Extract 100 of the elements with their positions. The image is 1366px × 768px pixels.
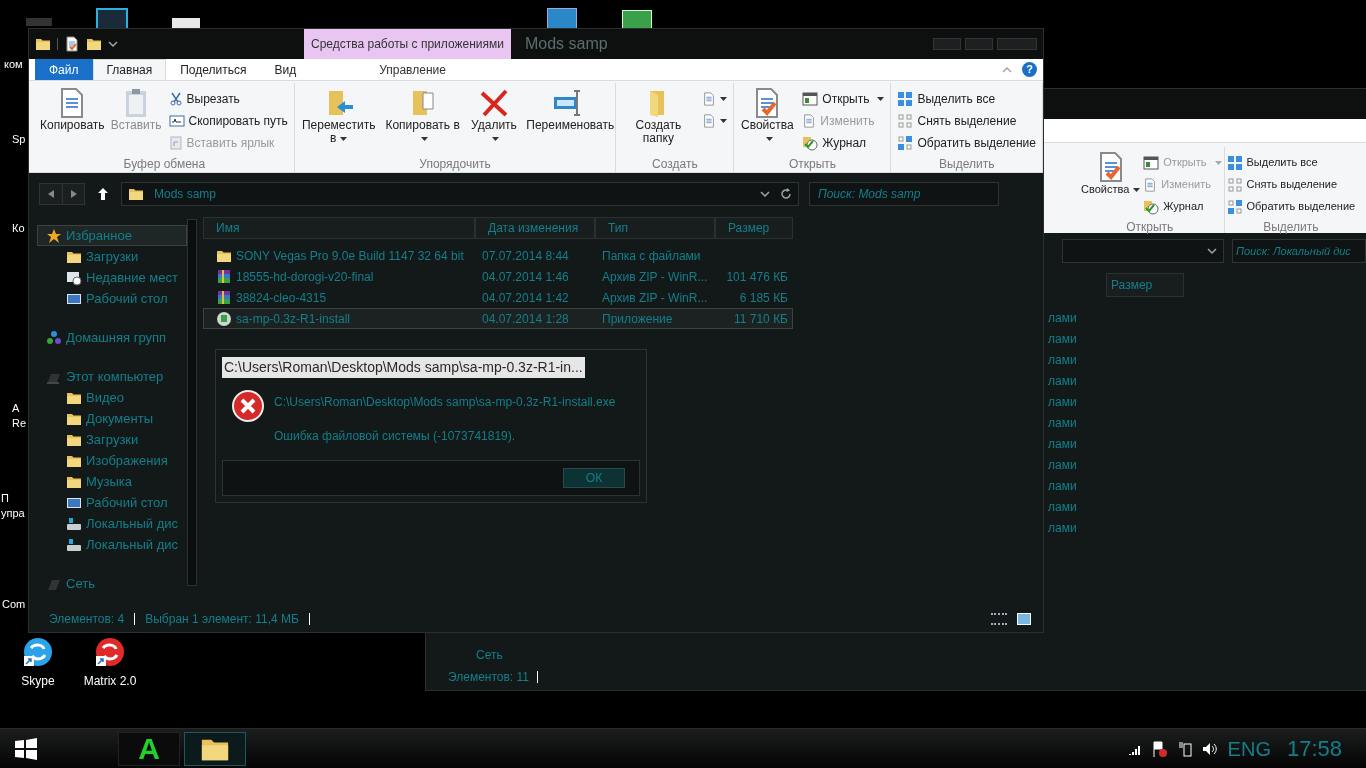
language-indicator[interactable]: ENG: [1227, 733, 1271, 764]
nav-item[interactable]: Изображения: [37, 450, 187, 471]
table-cell-text: лами: [1048, 415, 1078, 432]
desktop-icon[interactable]: [96, 8, 128, 30]
nav-item[interactable]: Избранное: [37, 225, 187, 246]
taskbar-app[interactable]: [184, 731, 246, 766]
chevron-down-icon[interactable]: [760, 190, 770, 198]
ribbon-button[interactable]: Копировать в: [380, 87, 465, 145]
refresh-icon[interactable]: [780, 188, 792, 200]
error-icon: [232, 390, 264, 422]
table-cell-text: 04.07.2014 1:28: [481, 310, 570, 328]
desktop-icon[interactable]: [547, 8, 577, 30]
nav-item[interactable]: Сеть: [426, 646, 1366, 664]
status-text: Элементов: 11: [448, 669, 529, 686]
ribbon-button[interactable]: Свойства: [736, 87, 799, 145]
table-cell-text: лами: [1048, 478, 1078, 495]
edit-icon: [802, 113, 817, 128]
path-icon: [168, 113, 185, 128]
nav-item[interactable]: Недавние мест: [37, 267, 187, 288]
table-cell-text: 101 476 КБ: [725, 268, 788, 286]
desktop-icon-label: Com: [2, 597, 26, 612]
table-cell-text: лами: [1048, 436, 1078, 453]
nav-item[interactable]: Сеть: [37, 573, 187, 594]
nav-item[interactable]: Загрузки: [37, 246, 187, 267]
ribbon-button[interactable]: Журнал: [798, 133, 889, 152]
help-button[interactable]: ?: [1022, 62, 1037, 77]
search-field[interactable]: Поиск: Mods samp: [809, 182, 999, 206]
back-button[interactable]: [40, 184, 62, 204]
desktop-icon-label: Ко: [12, 221, 25, 236]
details-view-icon[interactable]: [991, 613, 1007, 625]
chevron-down-icon[interactable]: [1207, 247, 1217, 255]
windows-logo-icon: [14, 736, 38, 761]
ribbon-tab[interactable]: Вид: [260, 59, 311, 80]
ribbon-button[interactable]: Снять выделение: [893, 111, 1040, 130]
column-header[interactable]: Размер: [1106, 273, 1184, 297]
nav-item[interactable]: Загрузки: [37, 429, 187, 450]
thumbnail-view-icon[interactable]: [1017, 613, 1031, 625]
desktop-shortcut[interactable]: Matrix 2.0: [84, 636, 136, 690]
ribbon-button[interactable]: Свойства: [1078, 151, 1144, 196]
folder-icon: [35, 36, 51, 52]
nav-item[interactable]: Документы: [37, 408, 187, 429]
column-header[interactable]: Дата изменения: [475, 217, 595, 239]
nav-item[interactable]: Домашняя групп: [37, 327, 187, 348]
ribbon-button[interactable]: Скопировать путь: [164, 111, 292, 130]
file-name: 18555-hd-dorogi-v20-final: [236, 268, 374, 286]
ribbon-button[interactable]: Выделить все: [1226, 153, 1356, 172]
column-header[interactable]: Тип: [595, 217, 715, 239]
file-row[interactable]: 18555-hd-dorogi-v20-final 04.07.2014 1:46 Архив ZIP - WinR... 101 476 КБ: [203, 266, 793, 287]
edit-icon: [1143, 177, 1158, 192]
group-label: Буфер обмена: [122, 156, 207, 171]
desktop-icon-label: ком: [4, 57, 23, 72]
file-row[interactable]: sa-mp-0.3z-R1-install 04.07.2014 1:28 Приложение 11 710 КБ: [203, 308, 793, 329]
nav-item[interactable]: Локальный дис: [37, 513, 187, 534]
ribbon-button[interactable]: Обратить выделение: [1226, 197, 1356, 216]
nav-item[interactable]: Рабочий стол: [37, 492, 187, 513]
clock[interactable]: 17:58: [1280, 732, 1342, 765]
caret-icon: [765, 136, 773, 141]
file-row[interactable]: 38824-cleo-4315 04.07.2014 1:42 Архив ZIP - WinR... 6 185 КБ: [203, 287, 793, 308]
table-cell-text: лами: [1048, 331, 1078, 348]
chevron-down-icon[interactable]: [108, 40, 118, 48]
ok-button[interactable]: ОК: [563, 468, 625, 488]
nav-item[interactable]: Этот компьютер: [37, 366, 187, 387]
group-label: Упорядочить: [418, 156, 492, 171]
archive-icon: [216, 268, 232, 285]
table-cell-text: лами: [1048, 352, 1078, 369]
ribbon-button[interactable]: Обратить выделение: [893, 133, 1040, 152]
ribbon-button[interactable]: Удалить: [464, 87, 524, 145]
ribbon-button[interactable]: Выделить все: [893, 89, 1040, 108]
installer-icon: [216, 310, 232, 327]
ribbon-button[interactable]: Журнал: [1143, 197, 1222, 216]
table-cell-text: 07.07.2014 8:44: [481, 247, 570, 265]
ribbon-tab[interactable]: Файл: [35, 59, 93, 80]
nav-item[interactable]: Видео: [37, 387, 187, 408]
nav-item[interactable]: Рабочий стол: [37, 288, 187, 309]
ribbon-button[interactable]: Переместить в: [296, 87, 381, 145]
homegroup-icon: [46, 329, 62, 346]
nav-item[interactable]: Локальный дис: [37, 534, 187, 555]
group-label: Открыть: [1125, 219, 1175, 234]
column-header[interactable]: Имя: [203, 217, 475, 239]
address-bar[interactable]: Mods samp: [121, 182, 799, 206]
shortcut-icon: [94, 636, 126, 668]
ribbon-button[interactable]: Открыть: [798, 89, 889, 108]
taskbar-app[interactable]: A: [118, 731, 180, 766]
search-field[interactable]: Поиск: Локальный дис: [1232, 239, 1366, 263]
ribbon-button[interactable]: Снять выделение: [1226, 175, 1356, 194]
ribbon-tab[interactable]: Главная: [92, 59, 167, 80]
drive-icon: [66, 536, 82, 553]
ribbon-button[interactable]: Копировать: [37, 87, 108, 132]
ribbon-tab[interactable]: Поделиться: [166, 59, 261, 80]
ribbon-tab[interactable]: Управление: [310, 59, 515, 80]
group-label: Создать: [651, 156, 699, 171]
ribbon-button[interactable]: Вырезать: [164, 89, 292, 108]
file-row[interactable]: SONY Vegas Pro 9.0e Build 1147 32 64 bit 07.07.2014 8:44 Папка с файлами: [203, 245, 793, 266]
ribbon-button[interactable]: Создать папку: [618, 87, 699, 145]
desktop-shortcut[interactable]: Skype: [12, 636, 64, 690]
scrollbar[interactable]: [187, 219, 197, 586]
column-header[interactable]: Размер: [715, 217, 793, 239]
ribbon-button[interactable]: Переименовать: [523, 87, 614, 132]
nav-item[interactable]: Музыка: [37, 471, 187, 492]
forward-button[interactable]: [62, 184, 84, 204]
